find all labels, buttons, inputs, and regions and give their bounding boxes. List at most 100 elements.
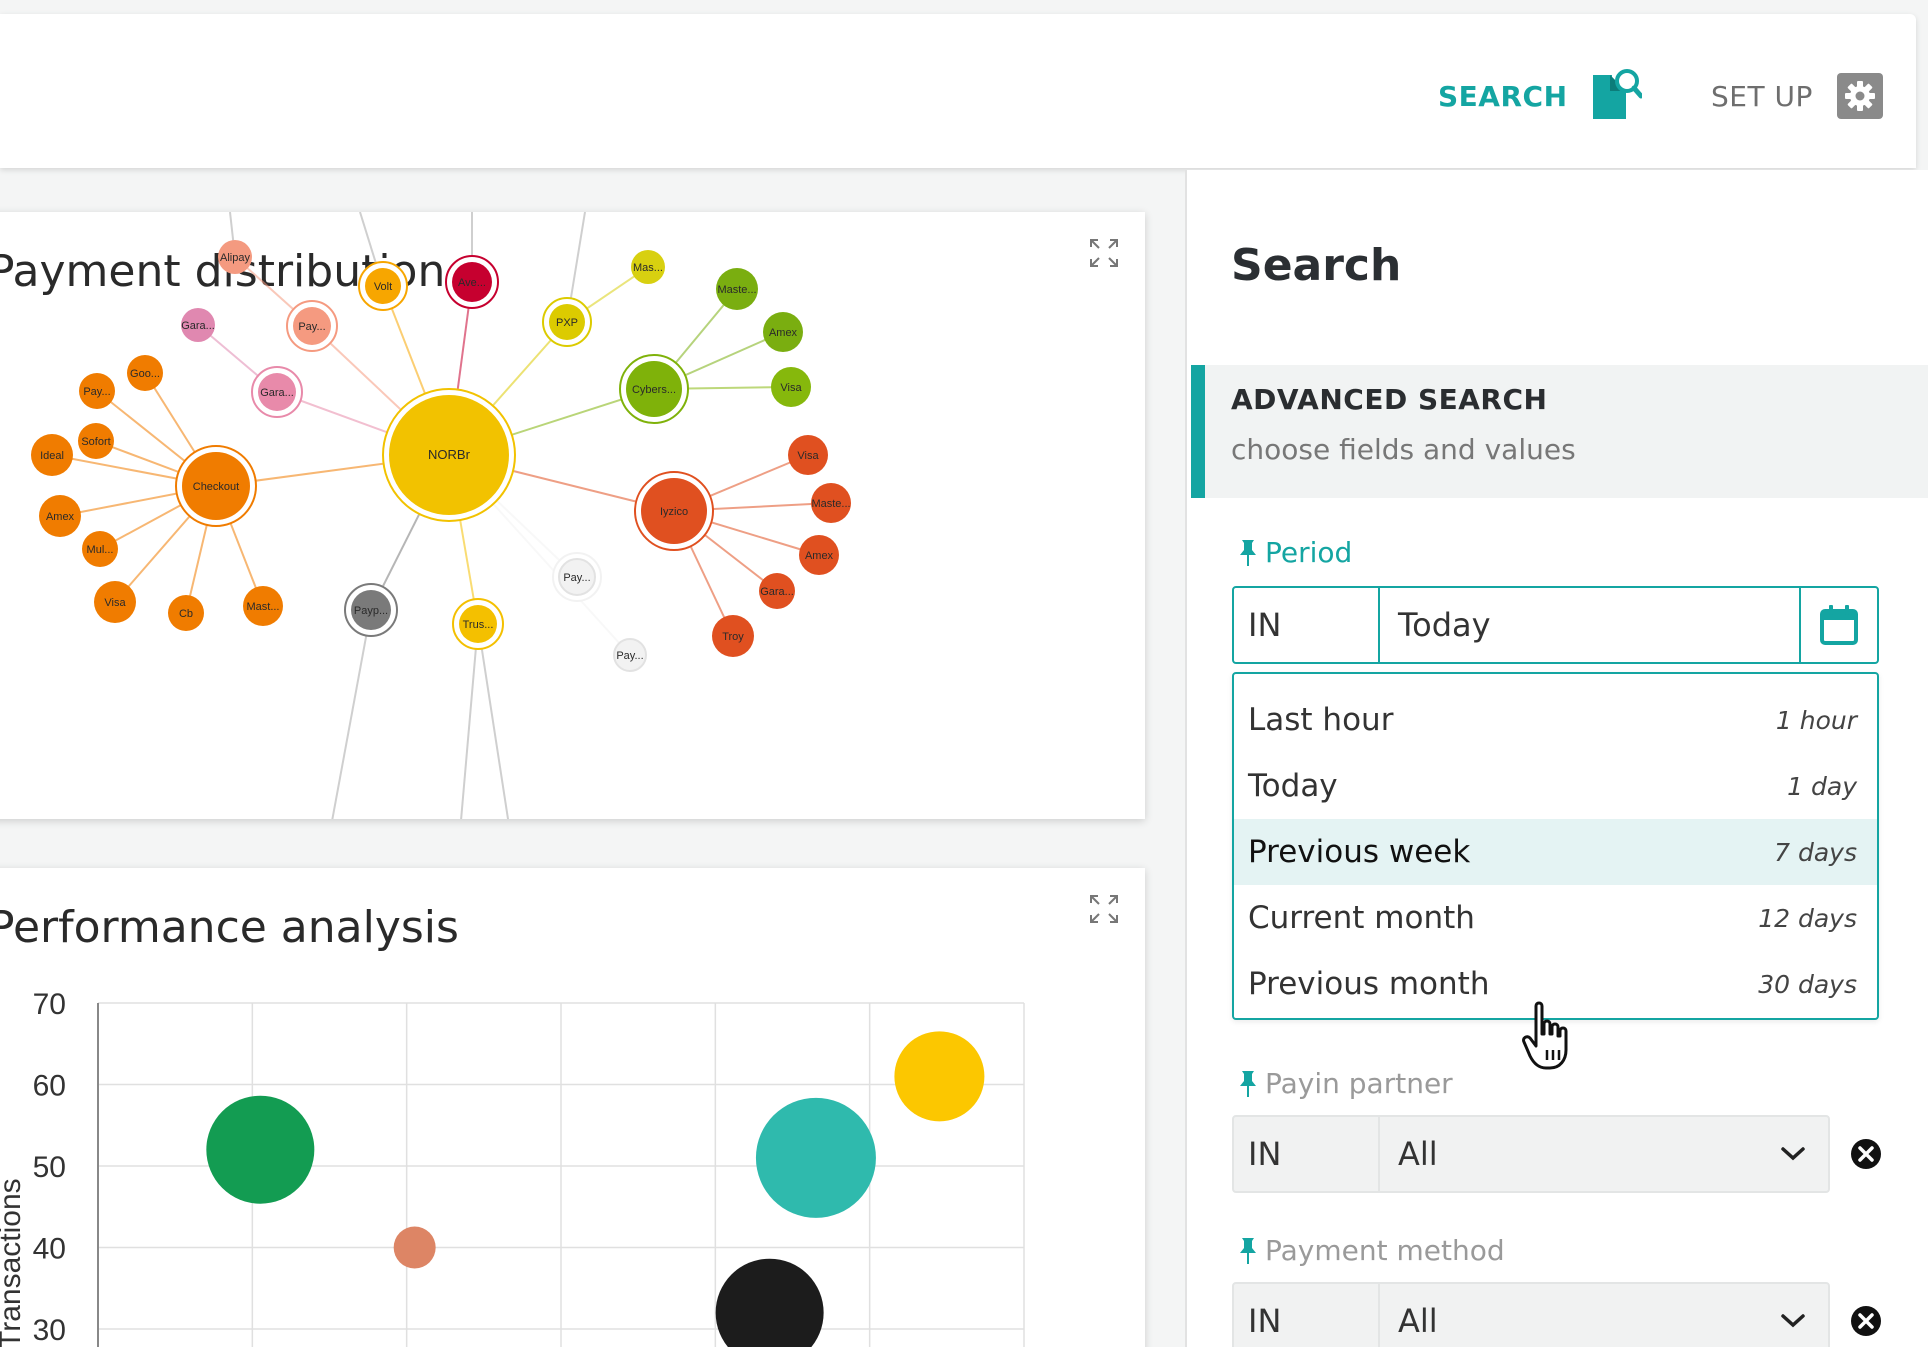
network-node[interactable]: Mas... [631, 250, 665, 284]
payment-distribution-card: Payment distribution NORBr Checkout Iyzico… [0, 212, 1145, 819]
network-node[interactable]: Ideal [31, 434, 73, 476]
bubble-point[interactable] [393, 1226, 436, 1269]
chevron-down-icon[interactable] [1758, 1284, 1828, 1347]
network-node[interactable]: Checkout [175, 445, 257, 527]
option-label: Previous week [1248, 834, 1471, 870]
network-node-label: Visa [797, 450, 819, 462]
network-node[interactable]: Payp... [344, 583, 398, 637]
network-node[interactable]: PXP [542, 297, 592, 347]
network-node[interactable]: Gara... [759, 573, 795, 609]
network-node[interactable]: Volt [358, 261, 408, 311]
network-node-label: Gara... [760, 586, 794, 598]
calendar-icon [1820, 605, 1858, 645]
nav-setup-label: SET UP [1711, 79, 1813, 113]
network-node-label: Mul... [87, 544, 114, 556]
network-node[interactable]: Visa [771, 367, 811, 407]
network-edge [477, 623, 510, 819]
pin-icon[interactable] [1237, 1069, 1259, 1099]
network-node[interactable]: Pay... [613, 638, 647, 672]
clear-icon[interactable] [1850, 1305, 1882, 1337]
network-node-label: Amex [805, 550, 834, 562]
period-operator[interactable]: IN [1234, 588, 1380, 662]
network-node-label: Sofort [81, 436, 110, 448]
payin-partner-operator[interactable]: IN [1234, 1117, 1380, 1191]
period-select[interactable]: IN Today [1232, 586, 1879, 664]
network-node[interactable]: Goo... [127, 355, 163, 391]
network-node[interactable]: Maste... [716, 268, 758, 310]
advanced-search-section[interactable]: ADVANCED SEARCH choose fields and values [1191, 365, 1928, 498]
bubble-point[interactable] [715, 1258, 824, 1347]
network-node[interactable]: NORBr [382, 388, 516, 522]
calendar-button[interactable] [1801, 588, 1877, 662]
payment-method-operator[interactable]: IN [1234, 1284, 1380, 1347]
clear-icon[interactable] [1850, 1138, 1882, 1170]
network-node-label: Gara... [181, 320, 215, 332]
y-tick-label: 60 [33, 1070, 66, 1103]
option-duration: 1 hour [1775, 705, 1857, 735]
payment-method-select[interactable]: IN All [1232, 1282, 1830, 1347]
network-node-label: Troy [722, 631, 744, 643]
network-node[interactable]: Ave... [445, 255, 499, 309]
nav-setup-link[interactable]: SET UP [1711, 72, 1883, 120]
network-node[interactable]: Visa [94, 581, 136, 623]
network-node[interactable]: Gara... [181, 308, 215, 342]
search-panel: Search ADVANCED SEARCH choose fields and… [1185, 170, 1928, 1347]
network-node[interactable]: Sofort [78, 423, 114, 459]
network-node[interactable]: Mul... [82, 531, 118, 567]
network-node-label: Amex [769, 327, 798, 339]
period-value[interactable]: Today [1380, 588, 1801, 662]
network-node[interactable]: Cybers... [619, 354, 689, 424]
hand-cursor-icon [1522, 1001, 1568, 1070]
bubble-point[interactable] [206, 1095, 315, 1204]
payment-method-label: Payment method [1237, 1234, 1505, 1267]
option-duration: 30 days [1758, 969, 1857, 999]
network-node-label: Ave... [458, 277, 486, 289]
gear-icon [1836, 73, 1883, 119]
network-node-label: Pay... [616, 650, 643, 662]
period-option-last-hour[interactable]: Last hour 1 hour [1234, 687, 1877, 753]
network-node[interactable]: Cb [168, 595, 204, 631]
network-node-label: Cb [179, 608, 193, 620]
network-node[interactable]: Amex [39, 495, 81, 537]
y-axis-label: Transactions [0, 1178, 27, 1347]
network-node-label: Volt [374, 281, 392, 293]
network-node[interactable]: Pay... [552, 552, 602, 602]
nav-search-label: SEARCH [1438, 79, 1568, 113]
network-node-label: Trus... [463, 619, 494, 631]
network-node-label: Mas... [633, 262, 663, 274]
network-node[interactable]: Maste... [811, 483, 851, 523]
network-node[interactable]: Mast... [243, 586, 283, 626]
network-node-label: Maste... [717, 284, 756, 296]
network-node[interactable]: Amex [763, 312, 803, 352]
pin-icon[interactable] [1237, 1236, 1259, 1266]
period-option-current-month[interactable]: Current month 12 days [1234, 885, 1877, 951]
network-node[interactable]: Pay... [79, 373, 115, 409]
payin-partner-select[interactable]: IN All [1232, 1115, 1830, 1193]
advanced-search-title: ADVANCED SEARCH [1231, 383, 1548, 416]
period-option-today[interactable]: Today 1 day [1234, 753, 1877, 819]
network-node[interactable]: Visa [788, 435, 828, 475]
network-node-label: Maste... [811, 498, 850, 510]
payin-partner-value: All [1398, 1135, 1438, 1173]
option-label: Today [1248, 768, 1338, 804]
period-label: Period [1237, 536, 1352, 569]
network-node-label: Amex [46, 511, 75, 523]
bubble-point[interactable] [755, 1097, 876, 1218]
network-node[interactable]: Iyzico [634, 471, 714, 551]
period-option-previous-week[interactable]: Previous week 7 days [1234, 819, 1877, 885]
network-node[interactable]: Alipay [218, 240, 252, 274]
network-node-label: Iyzico [660, 506, 688, 518]
bubble-point[interactable] [894, 1031, 985, 1122]
network-node[interactable]: Amex [799, 535, 839, 575]
nav-search-link[interactable]: SEARCH [1438, 68, 1642, 124]
performance-analysis-card: Performance analysis 70 60 50 40 30 Transacti… [0, 868, 1145, 1347]
network-node-label: NORBr [428, 447, 471, 462]
chevron-down-icon[interactable] [1758, 1117, 1828, 1191]
network-node[interactable]: Troy [712, 615, 754, 657]
network-node-label: Pay... [298, 321, 325, 333]
y-tick-label: 70 [33, 988, 66, 1021]
network-node[interactable]: Gara... [251, 366, 303, 418]
network-node[interactable]: Trus... [452, 598, 504, 650]
network-node[interactable]: Pay... [286, 300, 338, 352]
pin-icon[interactable] [1237, 538, 1259, 568]
